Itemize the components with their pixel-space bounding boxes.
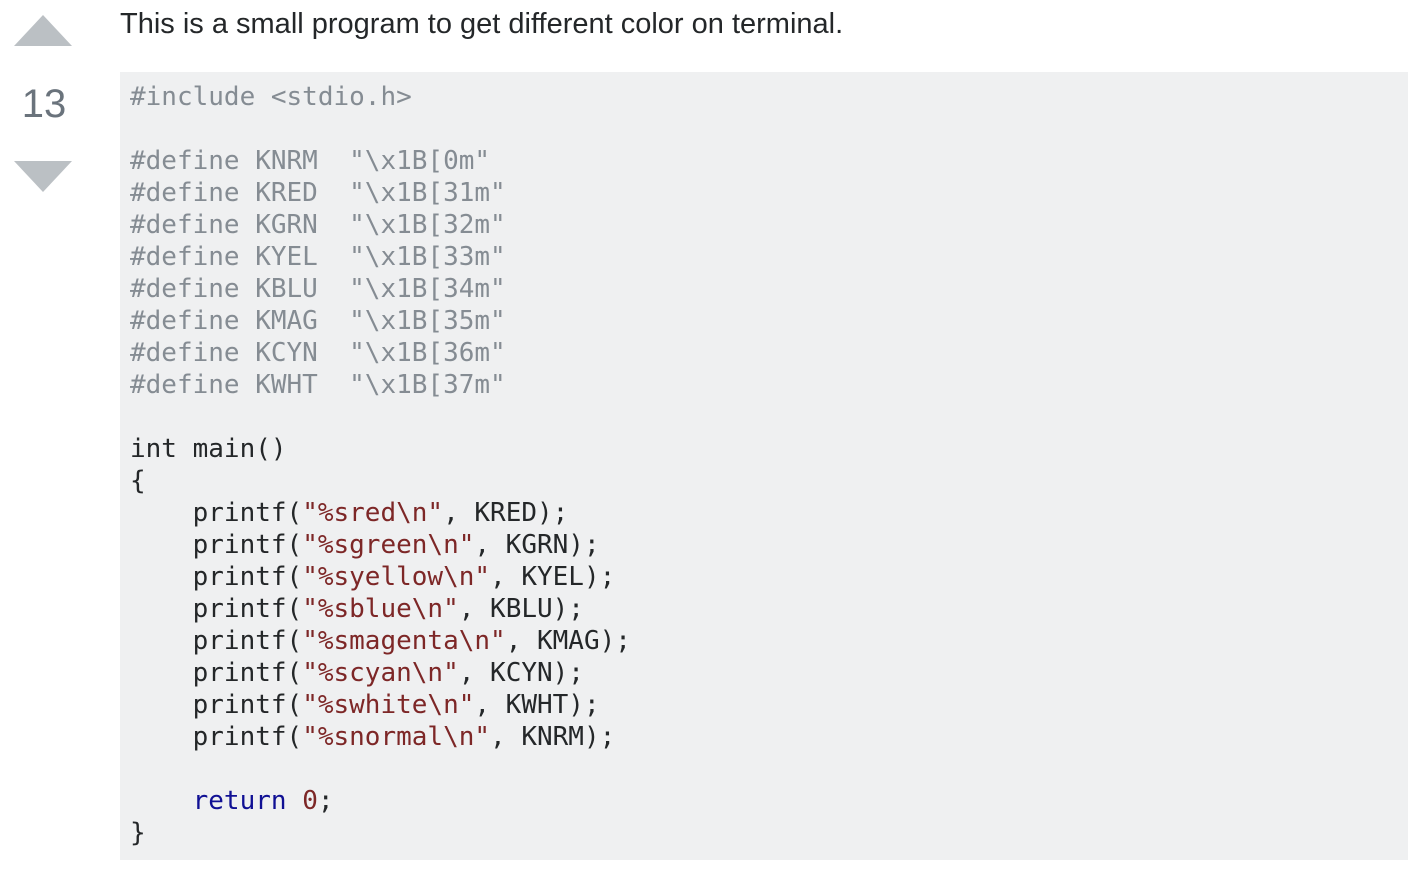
code-token: , KRED);	[443, 498, 569, 528]
code-token: printf(	[130, 530, 303, 560]
code-token: printf(	[130, 658, 303, 688]
code-token: #define KGRN "\x1B[32m"	[130, 210, 506, 240]
code-line: #include <stdio.h>	[130, 81, 1408, 113]
code-block[interactable]: #include <stdio.h> #define KNRM "\x1B[0m"…	[120, 72, 1408, 860]
code-line: #define KRED "\x1B[31m"	[130, 177, 1408, 209]
code-token: #include <stdio.h>	[130, 82, 412, 112]
code-token: , KNRM);	[490, 722, 616, 752]
code-line: printf("%snormal\n", KNRM);	[130, 721, 1408, 753]
code-token: #define KYEL "\x1B[33m"	[130, 242, 506, 272]
code-token: , KYEL);	[490, 562, 616, 592]
vote-count: 13	[21, 82, 67, 126]
code-line: #define KCYN "\x1B[36m"	[130, 337, 1408, 369]
code-token: "%scyan\n"	[302, 658, 459, 688]
code-token: #define KMAG "\x1B[35m"	[130, 306, 506, 336]
code-line: printf("%sgreen\n", KGRN);	[130, 529, 1408, 561]
code-line: {	[130, 465, 1408, 497]
answer-text: This is a small program to get different…	[120, 8, 844, 40]
code-token: #define KWHT "\x1B[37m"	[130, 370, 506, 400]
code-line: printf("%scyan\n", KCYN);	[130, 657, 1408, 689]
code-token: int main()	[130, 434, 287, 464]
code-token: #define KCYN "\x1B[36m"	[130, 338, 506, 368]
code-line: printf("%smagenta\n", KMAG);	[130, 625, 1408, 657]
code-line: #define KGRN "\x1B[32m"	[130, 209, 1408, 241]
code-line: int main()	[130, 433, 1408, 465]
code-token: printf(	[130, 498, 303, 528]
downvote-arrow-icon[interactable]	[14, 161, 72, 192]
code-line: printf("%syellow\n", KYEL);	[130, 561, 1408, 593]
upvote-arrow-icon[interactable]	[14, 15, 72, 46]
code-token: "%smagenta\n"	[302, 626, 506, 656]
code-token: "%sgreen\n"	[302, 530, 475, 560]
code-token: , KGRN);	[474, 530, 600, 560]
code-line: return 0;	[130, 785, 1408, 817]
code-line: printf("%sblue\n", KBLU);	[130, 593, 1408, 625]
code-line: #define KWHT "\x1B[37m"	[130, 369, 1408, 401]
code-token: "%swhite\n"	[302, 690, 475, 720]
code-line: #define KMAG "\x1B[35m"	[130, 305, 1408, 337]
code-token: , KBLU);	[458, 594, 584, 624]
code-token: "%syellow\n"	[302, 562, 491, 592]
code-line: printf("%swhite\n", KWHT);	[130, 689, 1408, 721]
code-token: return	[192, 786, 287, 816]
code-token: , KMAG);	[505, 626, 631, 656]
code-line: #define KYEL "\x1B[33m"	[130, 241, 1408, 273]
code-token: printf(	[130, 562, 303, 592]
code-token: "%sred\n"	[302, 498, 444, 528]
code-token: "%sblue\n"	[302, 594, 459, 624]
code-line: #define KNRM "\x1B[0m"	[130, 145, 1408, 177]
vote-cell: 13	[0, 0, 88, 220]
code-line: }	[130, 817, 1408, 849]
code-token: 0	[302, 786, 318, 816]
code-token: printf(	[130, 594, 303, 624]
code-token: printf(	[130, 690, 303, 720]
code-token: "%snormal\n"	[302, 722, 491, 752]
code-token: printf(	[130, 626, 303, 656]
code-token: }	[130, 818, 146, 848]
code-token: #define KRED "\x1B[31m"	[130, 178, 506, 208]
code-line: printf("%sred\n", KRED);	[130, 497, 1408, 529]
code-token: , KCYN);	[458, 658, 584, 688]
code-token: ;	[317, 786, 334, 816]
code-token: , KWHT);	[474, 690, 600, 720]
code-token: #define KNRM "\x1B[0m"	[130, 146, 491, 176]
code-token: {	[130, 466, 146, 496]
code-listing: #include <stdio.h> #define KNRM "\x1B[0m"…	[130, 81, 1408, 849]
code-token: #define KBLU "\x1B[34m"	[130, 274, 506, 304]
code-token: printf(	[130, 722, 303, 752]
code-line: #define KBLU "\x1B[34m"	[130, 273, 1408, 305]
